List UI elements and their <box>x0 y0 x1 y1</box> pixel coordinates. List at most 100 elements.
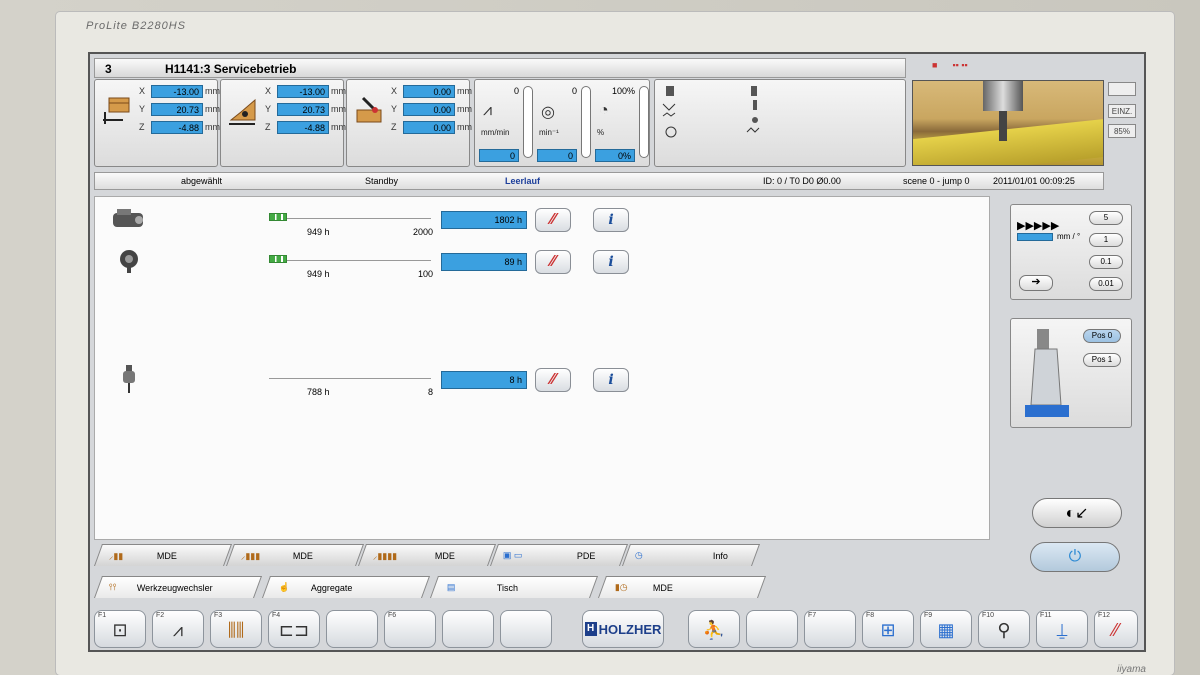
f6-button[interactable]: F6 <box>384 610 436 648</box>
spindle-motor-icon <box>120 250 138 273</box>
alarm-icons: ■ ▪▪ ▪▪ <box>932 60 968 70</box>
tab-mde-3[interactable]: ⸝▮▮▮▮ MDE <box>357 544 497 566</box>
f2-button[interactable]: F2 ⩘ <box>152 610 204 648</box>
reference-button[interactable]: ◐↙ <box>1032 498 1122 528</box>
compass-icon: ⩘ <box>172 620 184 640</box>
reset-icon: ⁄⁄ <box>1112 620 1119 640</box>
z-value: -4.88 <box>151 120 203 134</box>
tab-mde-2[interactable]: ⸝▮▮▮ MDE <box>225 544 365 566</box>
f9-button[interactable]: F9 ▦ <box>920 610 972 648</box>
tool-offset-icon <box>229 98 256 125</box>
status-bar: abgewählt Standby Leerlauf ID: 0 / T0 D0… <box>94 172 1104 190</box>
axis-panel-3[interactable]: X 0.00 mm Y 0.00 mm Z 0.00 mm <box>346 79 472 167</box>
function-key-bar: F1 ⊡ F2 ⩘ F3 ⫼⫼ F4 ⊏⊐ F6 H HOLZHER ⛹ F7 F8 ⊞ F… <box>94 610 1140 650</box>
percent-dial-icon: ◔ <box>599 102 609 119</box>
f3-button[interactable]: F3 ⫼⫼ <box>210 610 262 648</box>
spindle-status-icon <box>746 86 760 133</box>
f10-button[interactable]: F10 ⚲ <box>978 610 1030 648</box>
f7-button[interactable]: F7 <box>804 610 856 648</box>
axis-panel-2[interactable]: X -13.00 mm Y 20.73 mm Z -4.88 mm <box>220 79 346 167</box>
tab-info[interactable]: ◷ Info <box>621 544 761 566</box>
drill-bit-icon <box>123 365 135 393</box>
jog-step-5-button[interactable]: 5 <box>1089 211 1123 225</box>
f5-button[interactable] <box>326 610 378 648</box>
f8-button[interactable]: F8 ⊞ <box>862 610 914 648</box>
pos-0-button[interactable]: Pos 0 <box>1083 329 1121 343</box>
tab-pde[interactable]: ▣ ▭ PDE <box>489 544 629 566</box>
x-value: -13.00 <box>277 84 329 98</box>
tab-werkzeugwechsler[interactable]: ⫯⫯ Werkzeugwechsler <box>93 576 263 598</box>
y-value: 20.73 <box>151 102 203 116</box>
jog-bar <box>1017 233 1053 241</box>
tab-mde-lower[interactable]: ▮◷ MDE <box>597 576 767 598</box>
jog-step-1-button[interactable]: 1 <box>1089 233 1123 247</box>
counter-field[interactable]: 8 h <box>441 371 527 389</box>
operator-icon: ⚲ <box>997 620 1011 640</box>
jog-step-0-01-button[interactable]: 0.01 <box>1089 277 1123 291</box>
jog-unit: mm / ° <box>1057 232 1081 241</box>
pos-1-button[interactable]: Pos 1 <box>1083 353 1121 367</box>
machine-view-icon: ⊡ <box>112 620 128 640</box>
datetime: 2011/01/01 00:09:25 <box>993 176 1075 186</box>
selection-status: abgewählt <box>181 176 223 186</box>
position-panel: Pos 0 Pos 1 <box>1010 318 1132 428</box>
axis-panel-1[interactable]: X -13.00 mm Y 20.73 mm Z -4.88 mm <box>94 79 220 167</box>
power-button[interactable]: ⏻ <box>1030 542 1120 572</box>
f1-button[interactable]: F1 ⊡ <box>94 610 146 648</box>
tool-clock-icon: ▮◷ <box>614 582 628 592</box>
holzher-logo: H HOLZHER <box>582 610 664 648</box>
counter-field[interactable]: 1802 h <box>441 211 527 229</box>
f11-button[interactable]: F11 ⍊ <box>1036 610 1088 648</box>
f4-button[interactable]: F4 ⊏⊐ <box>268 610 320 648</box>
info-button[interactable]: i <box>593 208 629 232</box>
clock-icon: ◷ <box>634 550 643 560</box>
blank-key-3[interactable] <box>746 610 798 648</box>
usage-indicator <box>269 213 287 221</box>
override-gauge: 100% ◔ % 0% <box>595 84 649 162</box>
add-icon: ⊞ <box>880 620 896 640</box>
x-value: -13.00 <box>151 84 203 98</box>
reset-counter-button[interactable]: ⁄⁄ <box>535 250 571 274</box>
blank-key-1[interactable] <box>442 610 494 648</box>
panel-icon: ▦ <box>937 620 955 640</box>
maintenance-list: 949 h 2000 1802 h ⁄⁄ i 949 h 100 89 h ⁄⁄… <box>94 196 990 540</box>
tool-changer-icon: ⫯⫯ <box>108 582 117 592</box>
y-value: 0.00 <box>403 102 455 116</box>
tab-tisch[interactable]: ▤ Tisch <box>429 576 599 598</box>
run-program-button[interactable]: ⛹ <box>688 610 740 648</box>
usage-indicator <box>269 255 287 263</box>
feed-icon: ⩘ <box>483 102 493 119</box>
workpiece-icon <box>103 97 130 124</box>
tab-mde-1[interactable]: ⸝▮▮ MDE <box>93 544 233 566</box>
pointer-icon: ☝ <box>278 582 291 592</box>
side-indicator <box>1108 82 1136 96</box>
tools-icon: ⫼⫼ <box>227 620 245 640</box>
production-icon: ▣ ▭ <box>502 550 523 560</box>
tab-aggregate[interactable]: ☝ Aggregate <box>261 576 431 598</box>
hmi-screen: 3 H1141:3 Servicebetrieb ■ ▪▪ ▪▪ X -13.00… <box>88 52 1146 652</box>
reset-counter-button[interactable]: ⁄⁄ <box>535 368 571 392</box>
blank-key-2[interactable] <box>500 610 552 648</box>
tool-id: ID: 0 / T0 D0 Ø0.00 <box>763 176 841 186</box>
info-button[interactable]: i <box>593 368 629 392</box>
z-value: -4.88 <box>277 120 329 134</box>
rpm-icon: ◎ <box>541 104 555 121</box>
enter-icon[interactable]: ➔ <box>1019 275 1053 291</box>
machine-status-icons <box>654 79 906 167</box>
percent-label: 85% <box>1108 124 1136 138</box>
monitor-brand: ProLite B2280HS <box>86 20 186 32</box>
z-value: 0.00 <box>403 120 455 134</box>
scene-jump: scene 0 - jump 0 <box>903 176 970 186</box>
f12-button[interactable]: F12 ⁄⁄ <box>1094 610 1138 648</box>
jog-step-0-1-button[interactable]: 0.1 <box>1089 255 1123 269</box>
info-button[interactable]: i <box>593 250 629 274</box>
table-icon: ▤ <box>446 582 456 592</box>
single-mode-label: EINZ. <box>1108 104 1136 118</box>
machine-state: Leerlauf <box>505 176 541 186</box>
reset-counter-button[interactable]: ⁄⁄ <box>535 208 571 232</box>
counter-field[interactable]: 89 h <box>441 253 527 271</box>
clamp-icon: ⍊ <box>1056 620 1068 640</box>
mode-status: Standby <box>365 176 399 186</box>
tool-icon: ⸝▮▮ <box>108 551 124 561</box>
aggregate-icon <box>356 96 382 123</box>
